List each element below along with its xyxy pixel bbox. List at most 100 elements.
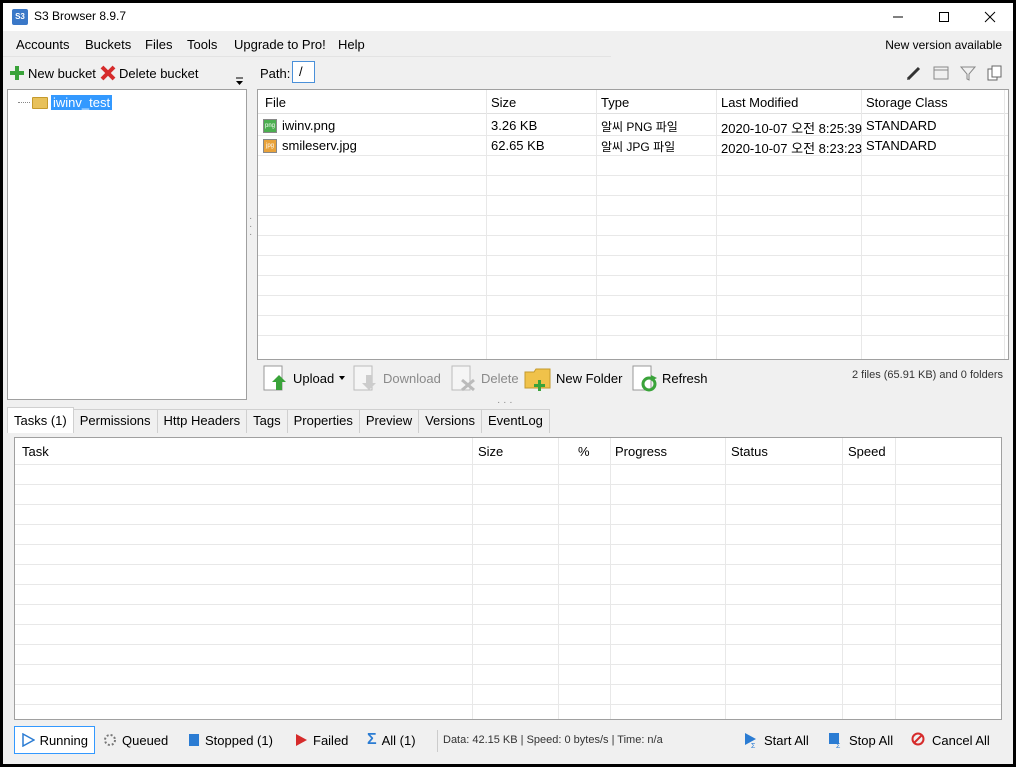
delete-file-icon bbox=[451, 365, 475, 392]
tab-eventlog[interactable]: EventLog bbox=[480, 409, 550, 433]
new-folder-label: New Folder bbox=[556, 370, 623, 386]
file-size: 62.65 KB bbox=[491, 138, 545, 153]
close-icon bbox=[984, 11, 996, 23]
column-last-modified[interactable]: Last Modified bbox=[721, 95, 798, 110]
path-label: Path: bbox=[260, 66, 291, 81]
start-all-label: Start All bbox=[764, 732, 809, 748]
window-view-icon[interactable] bbox=[932, 64, 950, 82]
chevron-down-icon bbox=[339, 376, 346, 380]
all-filter-button[interactable]: Σ All (1) bbox=[367, 726, 416, 754]
row-line bbox=[15, 524, 1001, 525]
stopped-filter-button[interactable]: Stopped (1) bbox=[188, 726, 273, 754]
menu-accounts[interactable]: Accounts bbox=[14, 37, 71, 52]
all-label: All (1) bbox=[381, 732, 416, 748]
delete-button[interactable]: Delete bbox=[449, 364, 519, 392]
row-line bbox=[15, 544, 1001, 545]
edit-icon[interactable] bbox=[905, 64, 923, 82]
row-line bbox=[258, 195, 1008, 196]
svg-text:Σ: Σ bbox=[836, 743, 841, 748]
new-bucket-button[interactable]: New bucket bbox=[9, 65, 96, 81]
tab-http-headers[interactable]: Http Headers bbox=[156, 409, 248, 433]
app-window: S3 S3 Browser 8.9.7 Accounts Buckets Fil… bbox=[3, 3, 1013, 764]
upload-button[interactable]: Upload bbox=[261, 364, 346, 392]
delete-bucket-button[interactable]: Delete bucket bbox=[100, 65, 199, 81]
cancel-all-button[interactable]: Cancel All bbox=[911, 726, 990, 754]
row-line bbox=[15, 584, 1001, 585]
folder-icon bbox=[32, 96, 48, 109]
column-storage-class[interactable]: Storage Class bbox=[866, 95, 948, 110]
column-type[interactable]: Type bbox=[601, 95, 629, 110]
file-name: smileserv.jpg bbox=[282, 138, 357, 153]
queued-filter-button[interactable]: Queued bbox=[103, 726, 168, 754]
column-divider bbox=[895, 438, 896, 719]
file-type: 알씨 JPG 파일 bbox=[601, 140, 676, 154]
column-size[interactable]: Size bbox=[491, 95, 516, 110]
column-divider bbox=[725, 438, 726, 719]
path-input[interactable]: / bbox=[292, 61, 315, 83]
column-speed[interactable]: Speed bbox=[848, 444, 886, 459]
horizontal-splitter[interactable]: · · · bbox=[497, 397, 513, 408]
column-task-size[interactable]: Size bbox=[478, 444, 503, 459]
queued-label: Queued bbox=[122, 732, 169, 748]
stop-all-button[interactable]: Σ Stop All bbox=[828, 726, 893, 754]
tree-item-label: iwinv_test bbox=[51, 95, 113, 110]
new-folder-button[interactable]: New Folder bbox=[524, 364, 622, 392]
row-line bbox=[15, 624, 1001, 625]
copy-icon[interactable] bbox=[986, 64, 1004, 82]
file-modified: 2020-10-07 오전 8:23:23 bbox=[721, 141, 863, 156]
file-size: 3.26 KB bbox=[491, 118, 538, 133]
tab-permissions[interactable]: Permissions bbox=[72, 409, 158, 433]
row-line bbox=[15, 484, 1001, 485]
column-task[interactable]: Task bbox=[22, 444, 49, 459]
row-line bbox=[258, 215, 1008, 216]
refresh-button[interactable]: Refresh bbox=[630, 364, 708, 392]
menu-help[interactable]: Help bbox=[336, 37, 367, 52]
add-icon bbox=[10, 66, 24, 80]
vertical-splitter[interactable]: · · · bbox=[249, 214, 252, 240]
stop-all-icon: Σ bbox=[829, 733, 841, 748]
failed-filter-button[interactable]: Failed bbox=[294, 726, 348, 754]
filter-icon[interactable] bbox=[959, 64, 977, 82]
minimize-button[interactable] bbox=[875, 3, 921, 31]
menu-upgrade[interactable]: Upgrade to Pro! bbox=[232, 37, 328, 52]
tab-tasks[interactable]: Tasks (1) bbox=[7, 407, 74, 433]
column-percent[interactable]: % bbox=[578, 444, 590, 459]
row-line bbox=[15, 464, 1001, 465]
status-divider bbox=[437, 730, 438, 752]
row-line bbox=[258, 175, 1008, 176]
new-version-link[interactable]: New version available bbox=[885, 38, 1002, 52]
jpg-file-icon: jpg bbox=[263, 139, 277, 153]
maximize-button[interactable] bbox=[921, 3, 967, 31]
tab-tags[interactable]: Tags bbox=[246, 409, 288, 433]
download-button[interactable]: Download bbox=[351, 364, 441, 392]
column-divider bbox=[558, 438, 559, 719]
tab-bar: Tasks (1) Permissions Http Headers Tags … bbox=[7, 407, 550, 433]
toolbar-overflow-icon[interactable] bbox=[235, 77, 244, 86]
running-filter-button[interactable]: Running bbox=[14, 726, 95, 754]
row-line bbox=[258, 335, 1008, 336]
failed-icon bbox=[296, 734, 307, 746]
column-file[interactable]: File bbox=[265, 95, 286, 110]
tab-properties[interactable]: Properties bbox=[286, 409, 360, 433]
menu-tools[interactable]: Tools bbox=[185, 37, 219, 52]
menu-files[interactable]: Files bbox=[143, 37, 174, 52]
menu-buckets[interactable]: Buckets bbox=[83, 37, 133, 52]
download-label: Download bbox=[383, 370, 441, 386]
row-line bbox=[15, 604, 1001, 605]
tree-item-bucket[interactable]: iwinv_test bbox=[18, 95, 113, 110]
column-status[interactable]: Status bbox=[731, 444, 768, 459]
window-title: S3 Browser 8.9.7 bbox=[34, 9, 127, 23]
column-divider bbox=[472, 438, 473, 719]
file-name: iwinv.png bbox=[282, 118, 336, 133]
tab-preview[interactable]: Preview bbox=[358, 409, 420, 433]
download-icon bbox=[353, 365, 376, 391]
close-button[interactable] bbox=[967, 3, 1013, 31]
tab-versions[interactable]: Versions bbox=[418, 409, 482, 433]
column-progress[interactable]: Progress bbox=[615, 444, 667, 459]
delete-icon bbox=[100, 65, 116, 81]
start-all-button[interactable]: Σ Start All bbox=[743, 726, 809, 754]
row-line bbox=[258, 135, 1008, 136]
row-line bbox=[15, 564, 1001, 565]
delete-label: Delete bbox=[481, 370, 519, 386]
stop-all-label: Stop All bbox=[849, 732, 894, 748]
